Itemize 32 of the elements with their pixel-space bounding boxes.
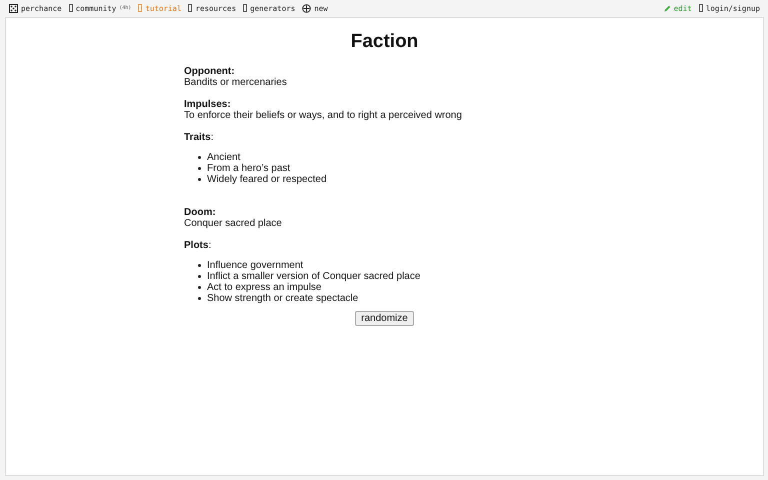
- randomize-button[interactable]: randomize: [355, 311, 414, 326]
- plus-icon: [302, 4, 312, 12]
- bullet-icon: [198, 286, 201, 289]
- page-title: Faction: [350, 31, 420, 53]
- section-text: Conquer sacred place: [184, 218, 283, 229]
- list-item: Ancient: [207, 152, 240, 163]
- list-item: Influence government: [207, 260, 304, 271]
- list-item: Inflict a smaller version of Conquer sacred place: [207, 271, 420, 282]
- list-item: From a hero’s past: [207, 163, 290, 174]
- dice-icon: [9, 4, 18, 12]
- section-text: To enforce their beliefs or ways, and to right a perceived wrong: [184, 110, 463, 121]
- bullet-icon: [198, 275, 201, 278]
- bullet-icon: [198, 156, 201, 159]
- section-label: Plots:: [184, 240, 212, 251]
- list-item: Widely feared or respected: [207, 174, 327, 185]
- glyph-box-icon: [68, 4, 73, 12]
- bullet-icon: [198, 167, 201, 170]
- section-label: Opponent:: [184, 66, 236, 77]
- section-label: Doom:: [184, 207, 217, 218]
- glyph-box-icon: [138, 4, 142, 12]
- list-item: Act to express an impulse: [207, 282, 322, 293]
- pencil-icon: [664, 4, 671, 12]
- bullet-icon: [198, 297, 201, 300]
- section-label: Impulses:: [184, 99, 232, 110]
- bullet-icon: [198, 178, 201, 181]
- section-label: Traits:: [184, 132, 214, 143]
- glyph-box-icon: [698, 4, 703, 12]
- list-item: Show strength or create spectacle: [207, 293, 358, 304]
- bullet-icon: [198, 264, 201, 267]
- glyph-box-icon: [188, 4, 192, 12]
- section-text: Bandits or mercenaries: [184, 77, 288, 88]
- glyph-box-icon: [243, 4, 248, 12]
